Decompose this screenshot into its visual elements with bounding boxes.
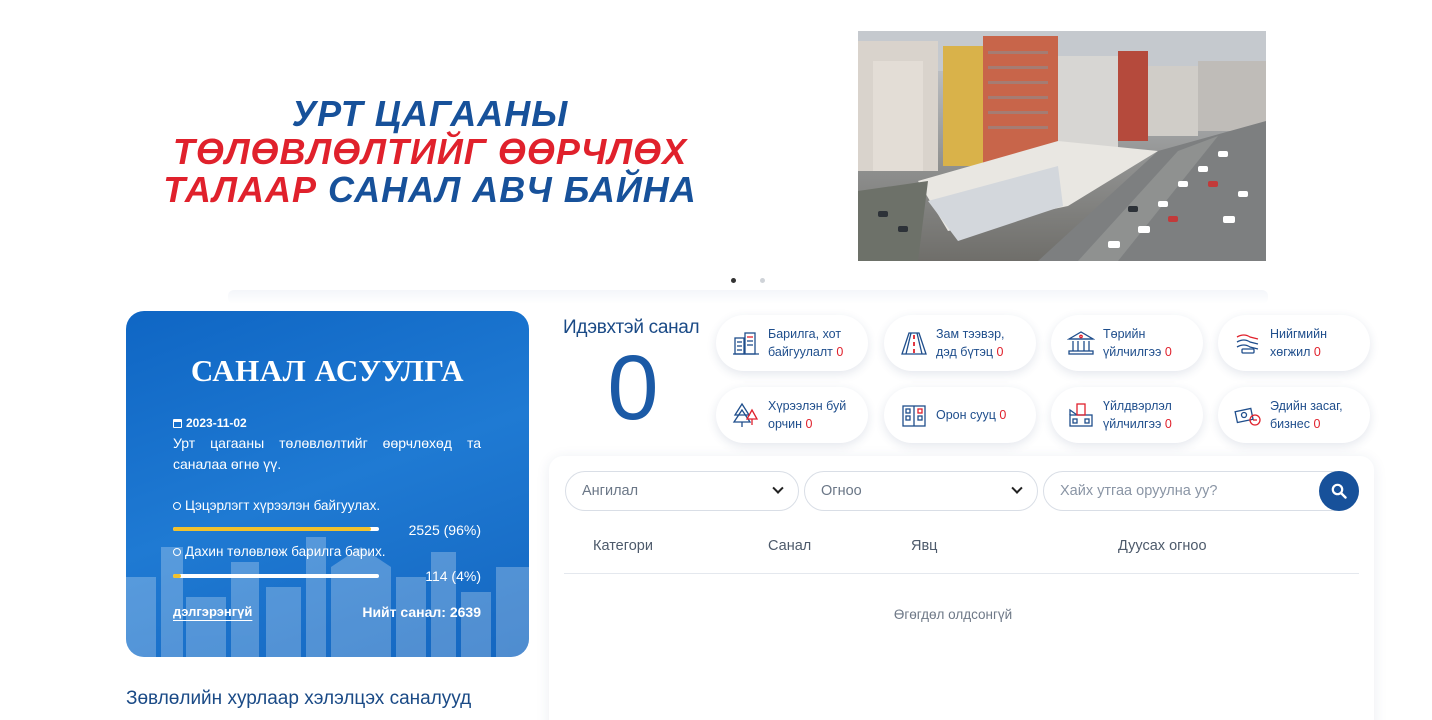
factory-icon [1069,403,1093,427]
poll-option-label: Дахин төлөвлөж барилга барих. [185,544,386,559]
proposals-panel: Ангилал Огноо Категори Санал Явц Дуусах … [549,456,1374,720]
category-environment[interactable]: Хүрээлэн буй орчин 0 [716,387,868,443]
poll-option-2-bar-fill [173,574,182,578]
date-select-value: Огноо [821,483,862,499]
search-input[interactable] [1060,472,1320,510]
category-label: Зам тээвэр, дэд бүтэц 0 [936,327,1005,359]
search-icon [1331,483,1347,499]
category-label: Үйлдвэрлэл үйлчилгээ 0 [1103,399,1172,431]
category-label: Нийгмийн хөгжил 0 [1270,327,1328,359]
chevron-down-icon [772,482,784,494]
hero-title-line3: ТАЛААР САНАЛ АВЧ БАЙНА [150,171,710,209]
hero-title-line3-red: ТАЛААР [163,169,317,210]
building-icon [733,332,759,355]
hero-title-line1: УРТ ЦАГААНЫ [291,93,569,134]
poll-option-2-count: 114 (4%) [425,568,481,584]
poll-total: Нийт санал: 2639 [362,604,481,620]
chevron-down-icon [1011,482,1023,494]
category-economy[interactable]: Эдийн засаг, бизнес 0 [1218,387,1370,443]
active-proposals-count: 0 [607,337,659,439]
category-label: Хүрээлэн буй орчин 0 [768,399,847,431]
apartment-icon [902,405,926,427]
radio-circle-icon [173,547,181,556]
category-label: Эдийн засаг, бизнес 0 [1270,399,1343,431]
poll-title: САНАЛ АСУУЛГА [190,353,465,388]
category-government[interactable]: Төрийн үйлчилгээ 0 [1051,315,1203,371]
road-icon [901,332,927,355]
radio-circle-icon [173,501,181,510]
social-hands-icon [1236,334,1259,354]
poll-date: 2023-11-02 [173,416,247,430]
category-label: Барилга, хот байгуулалт 0 [768,327,844,359]
carousel-dot-1[interactable] [731,278,736,283]
search-button[interactable] [1319,471,1359,511]
category-social[interactable]: Нийгмийн хөгжил 0 [1218,315,1370,371]
column-header-progress[interactable]: Явц [911,538,937,554]
section-divider [228,290,1268,304]
poll-description: Урт цагааны төлөвлөлтийг өөрчлөхөд та са… [173,435,481,472]
hero-title-line2: ТӨЛӨВЛӨЛТИЙГ ӨӨРЧЛӨХ [172,131,688,172]
poll-option-1[interactable]: Цэцэрлэгт хүрээлэн байгуулах. [173,498,380,513]
hero-title-line3-blue: САНАЛ АВЧ БАЙНА [328,169,697,210]
category-production[interactable]: Үйлдвэрлэл үйлчилгээ 0 [1051,387,1203,443]
category-road[interactable]: Зам тээвэр, дэд бүтэц 0 [884,315,1036,371]
carousel-dot-2[interactable] [760,278,765,283]
council-proposals-heading: Зөвлөлийн хурлаар хэлэлцэх саналууд [126,688,472,709]
category-housing[interactable]: Орон сууц 0 [884,387,1036,443]
money-icon [1234,407,1261,426]
column-header-proposal[interactable]: Санал [768,538,811,554]
column-header-end-date[interactable]: Дуусах огноо [1118,538,1207,554]
category-select[interactable]: Ангилал [565,471,799,511]
poll-option-label: Цэцэрлэгт хүрээлэн байгуулах. [185,498,381,513]
poll-option-2[interactable]: Дахин төлөвлөж барилга барих. [173,544,385,559]
category-building[interactable]: Барилга, хот байгуулалт 0 [716,315,868,371]
hero-photo [858,31,1266,261]
table-header-divider [564,573,1359,574]
table-empty-message: Өгөгдөл олдсонгүй [893,607,1013,622]
active-proposals-label: Идэвхтэй санал [563,317,700,338]
calendar-icon [173,418,182,428]
date-select[interactable]: Огноо [804,471,1038,511]
category-select-value: Ангилал [582,483,639,499]
poll-more-link[interactable]: дэлгэрэнгүй [173,604,252,619]
poll-option-2-bar [173,574,379,578]
hero-title: УРТ ЦАГААНЫ ТӨЛӨВЛӨЛТИЙГ ӨӨРЧЛӨХ ТАЛААР … [150,95,710,209]
poll-option-1-count: 2525 (96%) [408,522,481,538]
government-icon [1067,331,1095,355]
tree-icon [732,402,759,427]
poll-card: САНАЛ АСУУЛГА 2023-11-02 Урт цагааны төл… [126,311,529,657]
column-header-category[interactable]: Категори [593,538,653,554]
poll-option-1-bar [173,527,379,531]
carousel-dots [731,278,765,283]
poll-option-1-bar-fill [173,527,371,531]
category-label: Төрийн үйлчилгээ 0 [1103,327,1172,359]
search-box [1043,471,1359,511]
poll-date-value: 2023-11-02 [186,416,247,430]
category-label: Орон сууц 0 [936,408,1007,422]
